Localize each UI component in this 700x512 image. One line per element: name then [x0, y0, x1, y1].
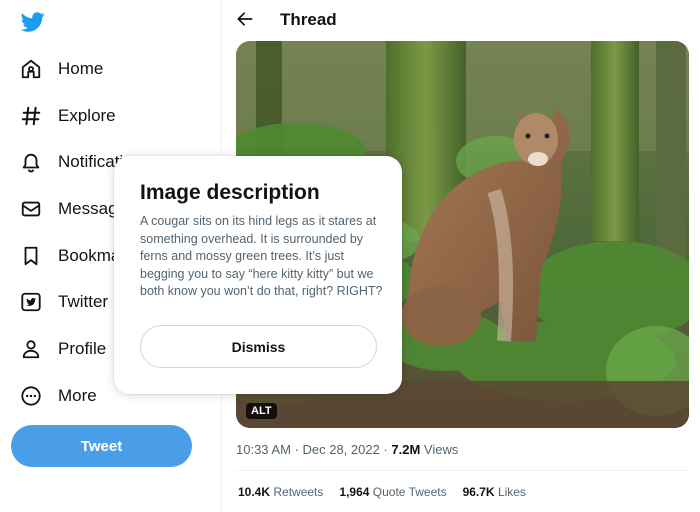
- views-count: 7.2M: [391, 442, 421, 457]
- sidebar-item-label: Profile: [58, 339, 107, 358]
- views-label: Views: [420, 442, 459, 457]
- twitter-square-icon: [20, 291, 42, 313]
- timestamp-text: 10:33 AM · Dec 28, 2022 ·: [236, 442, 392, 457]
- back-arrow-icon[interactable]: [235, 9, 255, 29]
- likes-count: 96.7K: [462, 485, 495, 499]
- sidebar-item-explore[interactable]: Explore: [20, 100, 116, 132]
- popup-title: Image description: [140, 181, 320, 204]
- retweets-count: 10.4K: [238, 485, 271, 499]
- quotes-count: 1,964: [339, 485, 370, 499]
- divider: [236, 470, 689, 471]
- bell-icon: [20, 151, 42, 173]
- more-circle-icon: [20, 385, 42, 407]
- likes-stat[interactable]: 96.7K Likes: [463, 485, 526, 499]
- popup-description: A cougar sits on its hind legs as it sta…: [140, 214, 383, 298]
- retweets-stat[interactable]: 10.4K Retweets: [238, 485, 323, 499]
- sidebar-item-more[interactable]: More: [20, 380, 97, 412]
- sidebar-item-label: Explore: [58, 106, 116, 125]
- sidebar-item-label: More: [58, 386, 97, 405]
- dismiss-button[interactable]: Dismiss: [140, 325, 377, 368]
- person-icon: [20, 338, 42, 360]
- sidebar-item-label: Home: [58, 59, 104, 78]
- likes-label: Likes: [494, 485, 526, 499]
- page-title: Thread: [280, 10, 337, 29]
- sidebar-item-home[interactable]: Home: [20, 53, 103, 85]
- hashtag-icon: [20, 105, 42, 127]
- quotes-stat[interactable]: 1,964 Quote Tweets: [339, 485, 446, 499]
- home-icon: [20, 58, 42, 80]
- envelope-icon: [20, 198, 42, 220]
- alt-badge[interactable]: ALT: [246, 403, 277, 419]
- tweet-stats: 10.4K Retweets 1,964 Quote Tweets 96.7K …: [238, 485, 526, 499]
- tweet-button[interactable]: Tweet: [11, 425, 192, 467]
- twitter-logo-icon[interactable]: [20, 10, 46, 34]
- retweets-label: Retweets: [270, 485, 324, 499]
- image-description-popup: Image description A cougar sits on its h…: [114, 156, 402, 394]
- quotes-label: Quote Tweets: [369, 485, 447, 499]
- bookmark-icon: [20, 245, 42, 267]
- sidebar-item-profile[interactable]: Profile: [20, 333, 106, 365]
- thread-header: Thread: [223, 0, 700, 40]
- tweet-timestamp: 10:33 AM · Dec 28, 2022 · 7.2M Views: [236, 442, 458, 457]
